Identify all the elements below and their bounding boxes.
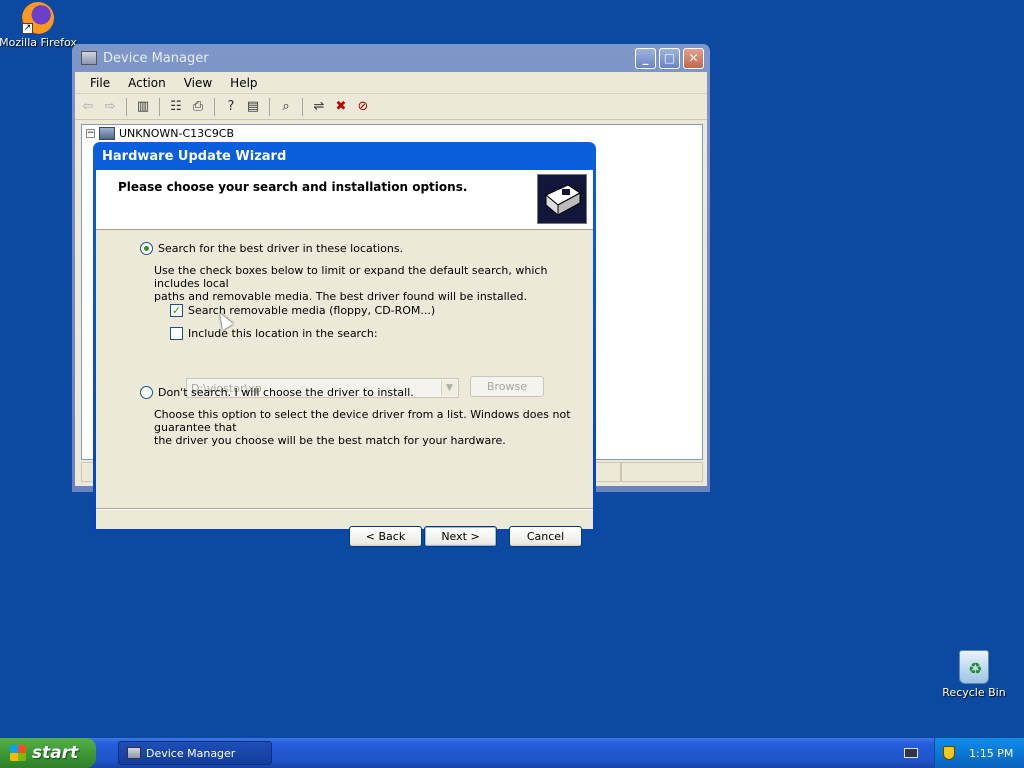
radio-label: Don't search. I will choose the driver t… <box>158 386 414 399</box>
checkbox-include-location[interactable]: Include this location in the search: <box>170 327 378 340</box>
next-button[interactable]: Next > <box>424 526 497 547</box>
close-button[interactable]: ✕ <box>683 47 704 69</box>
description-line: Use the check boxes below to limit or ex… <box>154 264 548 290</box>
security-shield-icon[interactable] <box>943 746 955 760</box>
checkbox-label: Include this location in the search: <box>188 327 378 340</box>
tree-root-item[interactable]: − UNKNOWN-C13C9CB <box>82 125 702 142</box>
toolbar-separator <box>214 97 215 116</box>
print-icon[interactable]: ⎙ <box>189 99 207 115</box>
description-line: the driver you choose will be the best m… <box>154 434 506 447</box>
cancel-button[interactable]: Cancel <box>509 526 582 547</box>
clock[interactable]: 1:15 PM <box>969 747 1013 760</box>
desktop-icon-recycle-bin[interactable]: ♻ Recycle Bin <box>932 650 1016 699</box>
system-tray: 1:15 PM <box>934 738 1024 768</box>
computer-icon <box>99 127 115 140</box>
taskbar: start Device Manager 1:15 PM <box>0 738 1024 768</box>
toolbar-separator <box>302 97 303 116</box>
wizard-heading: Please choose your search and installati… <box>118 180 468 194</box>
device-manager-icon <box>127 747 141 759</box>
minimize-button[interactable]: _ <box>635 47 656 69</box>
menu-bar: File Action View Help <box>75 72 707 94</box>
back-button[interactable]: < Back <box>349 526 422 547</box>
toolbar-separator <box>269 97 270 116</box>
desktop-icon-firefox[interactable]: ↗ Mozilla Firefox <box>0 2 80 49</box>
radio-label: Search for the best driver in these loca… <box>158 242 404 255</box>
description-line: paths and removable media. The best driv… <box>154 290 527 303</box>
keyboard-icon[interactable] <box>904 748 918 758</box>
manual-description: Choose this option to select the device … <box>154 408 593 447</box>
hardware-card-icon <box>537 174 587 224</box>
window-title: Device Manager <box>103 50 209 66</box>
description-line: Choose this option to select the device … <box>154 408 571 434</box>
radio-button[interactable] <box>140 386 153 399</box>
toolbar: ⇦ ⇨ ▥ ☷ ⎙ ? ▤ ⌕ ⇌ ✖ ⊘ <box>75 94 707 120</box>
checkbox-search-removable-media[interactable]: ✓ Search removable media (floppy, CD-ROM… <box>170 304 435 317</box>
maximize-button[interactable]: □ <box>659 47 680 69</box>
checkbox[interactable] <box>170 327 183 340</box>
menu-action[interactable]: Action <box>119 76 175 90</box>
uninstall-icon[interactable]: ✖ <box>332 99 350 115</box>
update-driver-icon[interactable]: ⇌ <box>310 99 328 115</box>
chevron-down-icon[interactable]: ▼ <box>441 380 457 396</box>
firefox-icon: ↗ <box>22 2 54 34</box>
start-button[interactable]: start <box>0 738 96 768</box>
title-bar[interactable]: Hardware Update Wizard <box>96 142 593 170</box>
browse-button[interactable]: Browse <box>470 376 544 397</box>
menu-view[interactable]: View <box>175 76 221 90</box>
hardware-update-wizard-dialog: Hardware Update Wizard Please choose you… <box>93 142 596 547</box>
taskbar-button-label: Device Manager <box>146 746 236 760</box>
forward-arrow-icon[interactable]: ⇨ <box>101 99 119 115</box>
disable-icon[interactable]: ⊘ <box>354 99 372 115</box>
tree-root-label: UNKNOWN-C13C9CB <box>119 127 235 140</box>
help-icon[interactable]: ? <box>222 99 240 115</box>
show-hide-tree-icon[interactable]: ▥ <box>134 99 152 115</box>
toolbar-separator <box>126 97 127 116</box>
radio-search-best-driver[interactable]: Search for the best driver in these loca… <box>140 242 403 255</box>
menu-help[interactable]: Help <box>221 76 266 90</box>
dialog-title: Hardware Update Wizard <box>102 148 287 164</box>
collapse-icon[interactable]: − <box>86 129 95 138</box>
device-manager-icon <box>81 51 97 65</box>
show-console-icon[interactable]: ▤ <box>244 99 262 115</box>
status-pane <box>621 462 703 482</box>
button-separator <box>96 508 593 510</box>
taskbar-button-device-manager[interactable]: Device Manager <box>118 741 272 765</box>
toolbar-separator <box>159 97 160 116</box>
windows-flag-icon <box>10 745 26 761</box>
scan-hardware-icon[interactable]: ⌕ <box>277 99 295 115</box>
desktop-icon-label: Mozilla Firefox <box>0 36 77 49</box>
properties-icon[interactable]: ☷ <box>167 99 185 115</box>
radio-button[interactable] <box>140 242 153 255</box>
recycle-bin-icon: ♻ <box>959 650 989 684</box>
desktop-icon-label: Recycle Bin <box>942 686 1006 699</box>
dialog-body: Please choose your search and installati… <box>96 170 593 547</box>
search-description: Use the check boxes below to limit or ex… <box>154 264 593 303</box>
back-arrow-icon[interactable]: ⇦ <box>79 99 97 115</box>
radio-dont-search[interactable]: Don't search. I will choose the driver t… <box>140 386 414 399</box>
start-label: start <box>32 743 79 763</box>
menu-file[interactable]: File <box>81 76 119 90</box>
title-bar[interactable]: Device Manager _ □ ✕ <box>75 44 707 72</box>
wizard-header: Please choose your search and installati… <box>96 170 593 230</box>
checkbox[interactable]: ✓ <box>170 304 183 317</box>
